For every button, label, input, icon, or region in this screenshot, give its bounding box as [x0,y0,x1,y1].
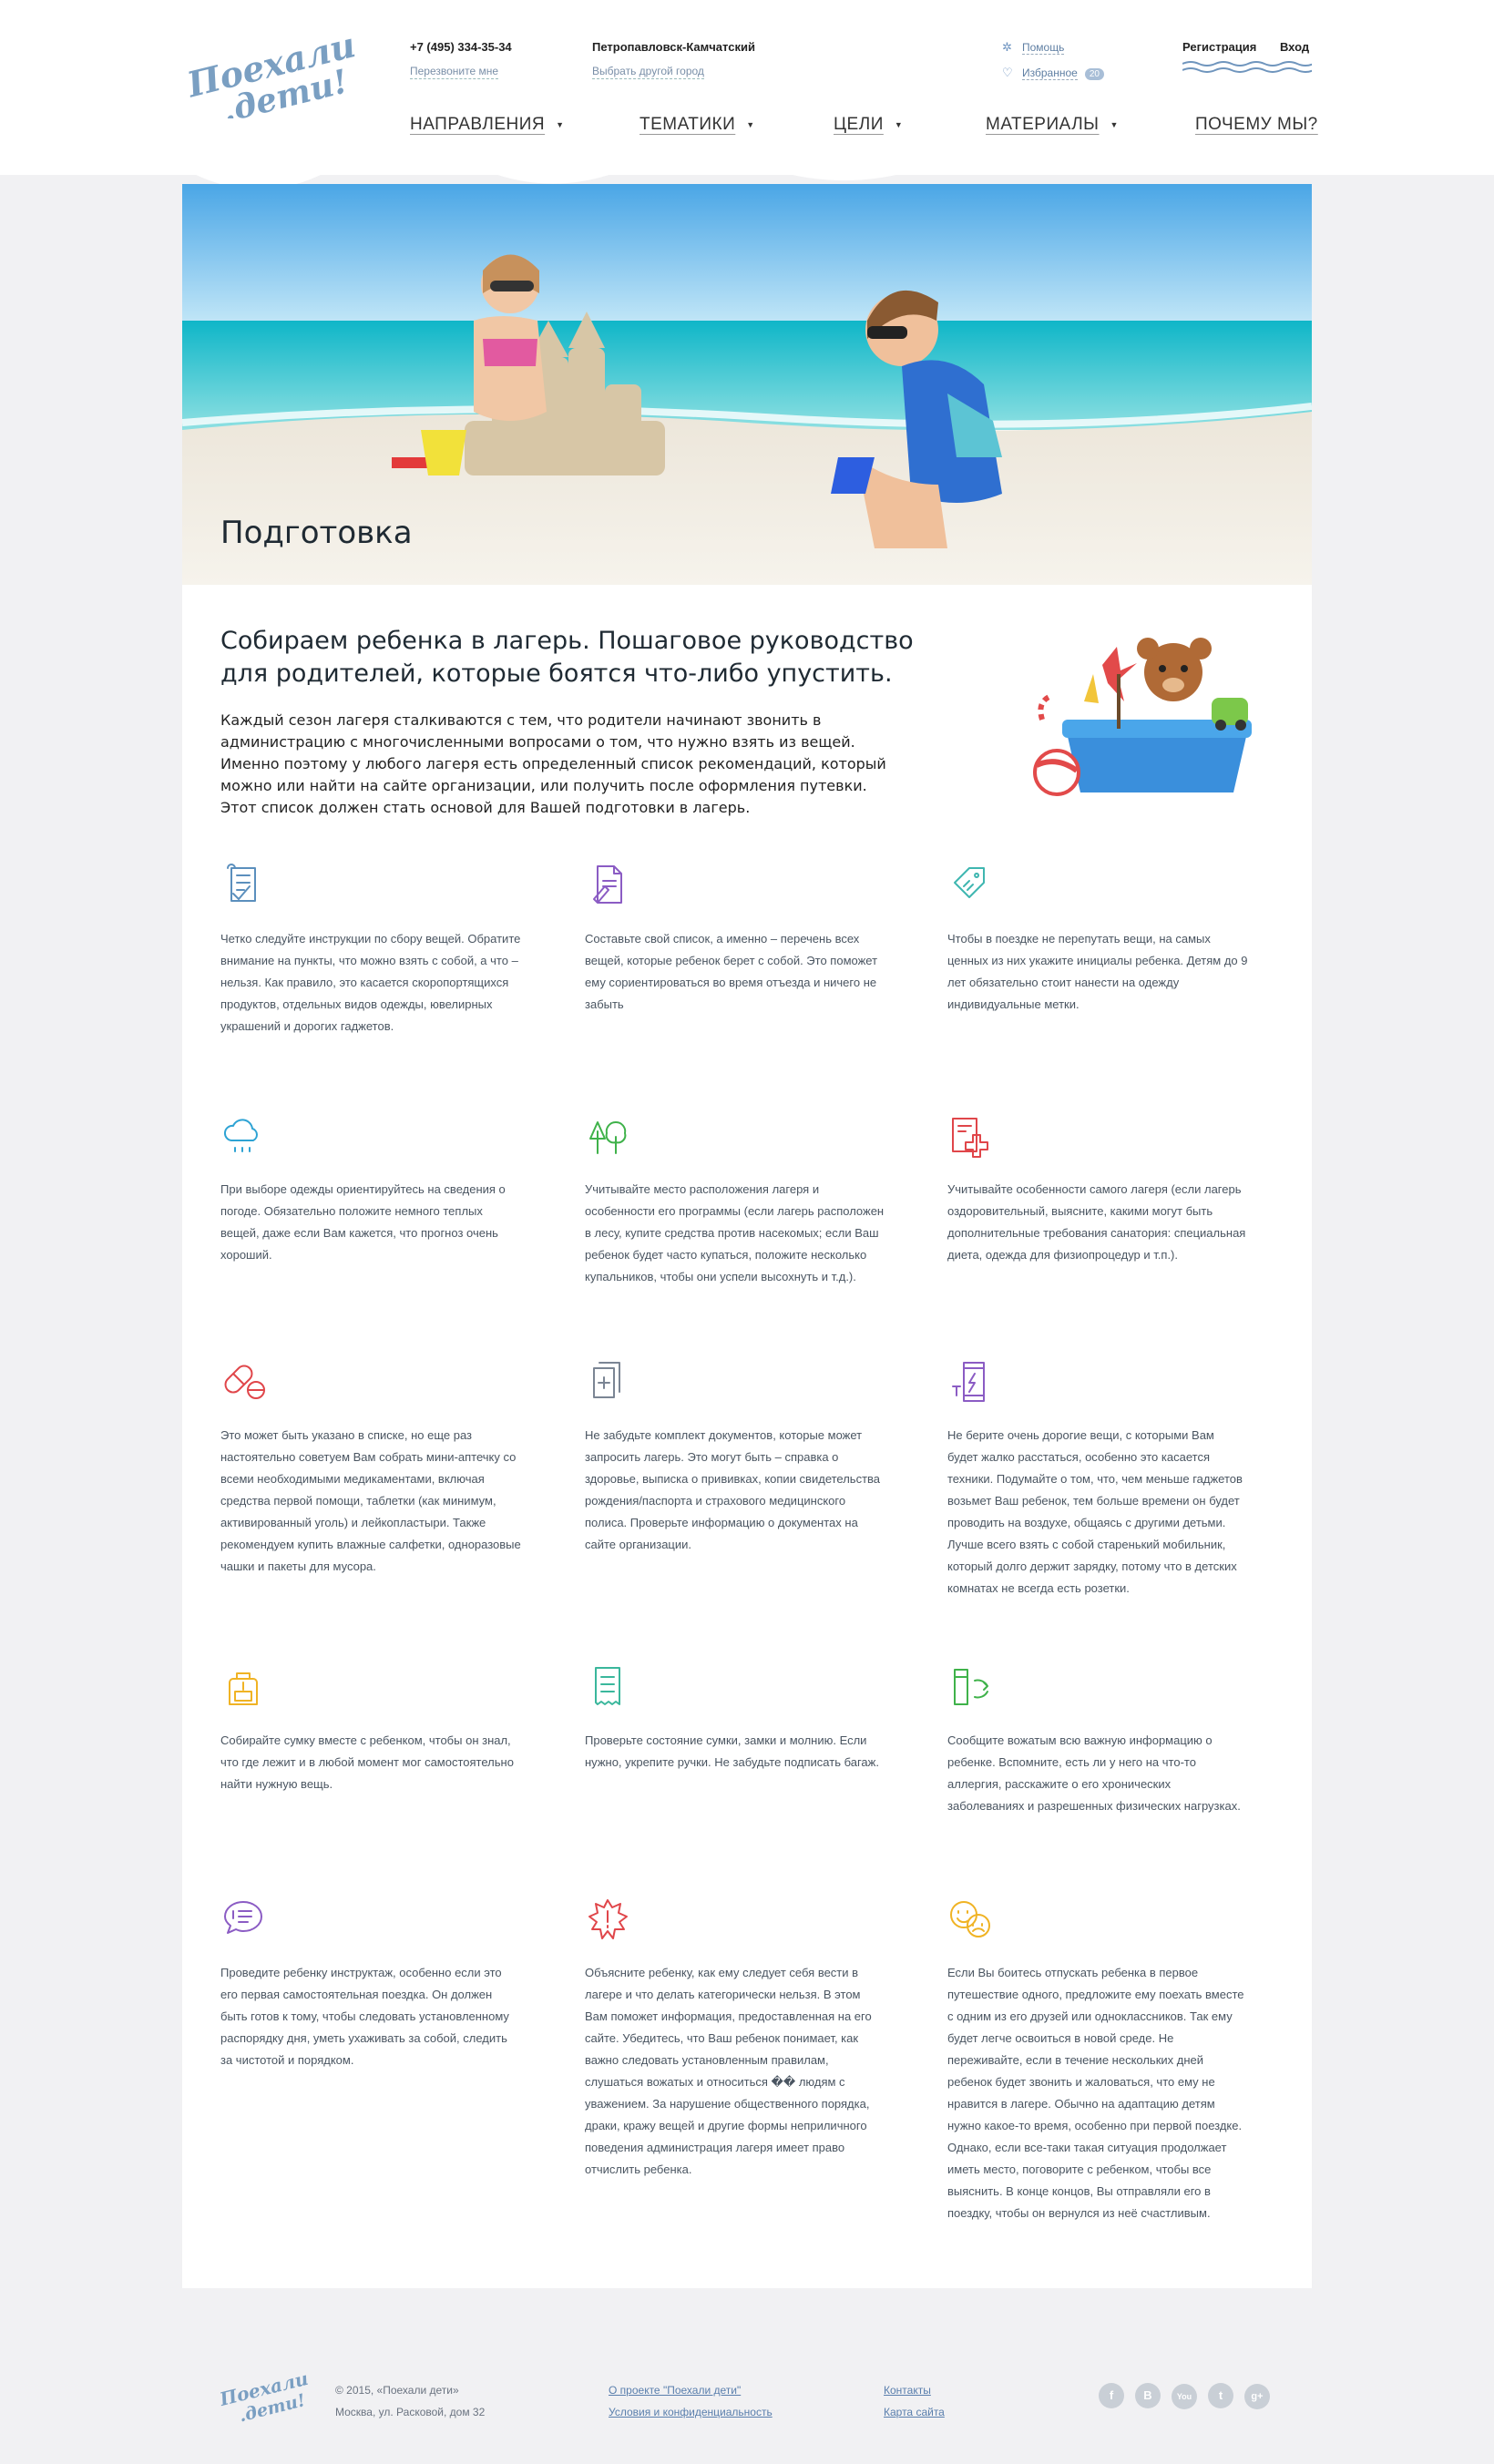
tip-text: Проверьте состояние сумки, замки и молни… [585,1733,879,1769]
tip-item: Сообщите вожатым всю важную информацию о… [947,1664,1248,1817]
name-tag-icon [954,867,985,898]
tip-text: Учитывайте особенности самого лагеря (ес… [947,1182,1246,1262]
tip-item: Объясните ребенку, как ему следует себя … [585,1897,885,2181]
tip-item: Чтобы в поездке не перепутать вещи, на с… [947,863,1248,1016]
choose-city-link[interactable]: Выбрать другой город [592,65,704,79]
tip-text: Четко следуйте инструкции по сбору вещей… [220,932,521,1033]
phone-block: +7 (495) 334-35-34 Перезвоните мне [410,40,512,79]
chevron-down-icon: ▼ [1110,119,1119,129]
current-city: Петропавловск-Камчатский [592,40,755,54]
auth-wave-decoration [1182,61,1312,73]
tip-item: Это может быть указано в списке, но еще … [220,1359,521,1578]
about-link[interactable]: О проекте "Поехали дети" [609,2379,773,2401]
article-intro: Каждый сезон лагеря сталкиваются с тем, … [220,711,886,816]
tip-text: Если Вы боитесь отпускать ребенка в перв… [947,1966,1244,2220]
facebook-icon[interactable]: f [1099,2383,1124,2408]
tip-text: Объясните ребенку, как ему следует себя … [585,1966,872,2176]
tip-text: Не забудьте комплект документов, которые… [585,1428,881,1551]
trees-icon [589,1120,627,1154]
youtube-icon[interactable]: You [1172,2384,1197,2409]
tip-text: Сообщите вожатым всю важную информацию о… [947,1733,1241,1813]
copyright-text: © 2015, «Поехали дети» [335,2384,459,2397]
nav-item-goals[interactable]: ЦЕЛИ ▼ [834,115,903,135]
help-icon: ✲ [1002,40,1012,54]
nav-item-materials[interactable]: МАТЕРИАЛЫ ▼ [986,115,1119,135]
site-footer: Поехали .дети! © 2015, «Поехали дети» Мо… [0,2350,1494,2464]
sitemap-link[interactable]: Карта сайта [884,2401,945,2423]
info-exchange-icon [954,1669,988,1705]
tip-item: Проведите ребенку инструктаж, особенно е… [220,1897,521,2071]
google-plus-icon[interactable]: g+ [1244,2384,1270,2409]
auth-links: Регистрация Вход [1182,40,1329,54]
vk-icon[interactable]: В [1135,2383,1161,2408]
contacts-link[interactable]: Контакты [884,2379,945,2401]
site-header: Поехали .дети! +7 (495) 334-35-34 Перезв… [0,0,1494,189]
tip-text: Составьте свой список, а именно – перече… [585,932,878,1011]
heart-icon: ♡ [1002,66,1013,79]
site-logo[interactable]: Поехали .дети! [182,27,364,118]
tip-item: Собирайте сумку вместе с ребенком, чтобы… [220,1664,521,1795]
hero-title: Подготовка [220,515,413,551]
tip-text: Учитывайте место расположения лагеря и о… [585,1182,885,1283]
phone-number[interactable]: +7 (495) 334-35-34 [410,40,512,54]
tip-text: Чтобы в поездке не перепутать вещи, на с… [947,932,1248,1011]
happy-sad-faces-icon [950,1901,990,1937]
callback-link[interactable]: Перезвоните мне [410,65,499,79]
twitter-icon[interactable]: t [1208,2383,1233,2408]
tip-item: Учитывайте особенности самого лагеря (ес… [947,1113,1248,1266]
medical-form-icon [952,1118,988,1158]
nav-item-topics[interactable]: ТЕМАТИКИ ▼ [640,115,755,135]
chevron-down-icon: ▼ [894,119,904,129]
write-list-icon [593,865,622,904]
city-block: Петропавловск-Камчатский Выбрать другой … [592,40,755,79]
tip-item: Не забудьте комплект документов, которые… [585,1359,885,1556]
nav-item-why-us[interactable]: ПОЧЕМУ МЫ? [1195,115,1318,135]
footer-links-1: О проекте "Поехали дети" Условия и конфи… [609,2379,773,2423]
pills-icon [224,1365,265,1399]
tip-item: Учитывайте место расположения лагеря и о… [585,1113,885,1288]
login-link[interactable]: Вход [1280,40,1309,54]
main-nav: НАПРАВЛЕНИЯ ▼ ТЕМАТИКИ ▼ ЦЕЛИ ▼ МАТЕРИАЛЫ ▼ … [410,115,1317,142]
toy-box-illustration [1033,638,1252,796]
nav-item-directions[interactable]: НАПРАВЛЕНИЯ ▼ [410,115,565,135]
tip-text: Собирайте сумку вместе с ребенком, чтобы… [220,1733,514,1791]
phone-charging-icon [952,1362,985,1402]
help-link[interactable]: ✲ Помощь [1002,40,1065,55]
register-link[interactable]: Регистрация [1182,40,1256,54]
social-links: f В You t g+ [1099,2383,1281,2409]
tip-item: При выборе одежды ориентируйтесь на свед… [220,1113,521,1266]
tip-item: Составьте свой список, а именно – перече… [585,863,885,1016]
chevron-down-icon: ▼ [746,119,755,129]
tip-item: Проверьте состояние сумки, замки и молни… [585,1664,885,1774]
tip-item: Не берите очень дорогие вещи, с которыми… [947,1359,1248,1600]
chevron-down-icon: ▼ [556,119,565,129]
tip-item: Если Вы боитесь отпускать ребенка в перв… [947,1897,1248,2224]
terms-link[interactable]: Условия и конфиденциальность [609,2401,773,2423]
tip-text: Это может быть указано в списке, но еще … [220,1428,521,1573]
hero-banner-image: Подготовка [182,184,1312,585]
backpack-icon [229,1672,258,1705]
footer-links-2: Контакты Карта сайта [884,2379,945,2423]
speech-bubble-icon [224,1901,262,1934]
address-text: Москва, ул. Расковой, дом 32 [335,2406,486,2418]
footer-logo[interactable]: Поехали .дети! [217,2368,308,2423]
tip-text: Не берите очень дорогие вещи, с которыми… [947,1428,1243,1595]
favorites-link[interactable]: ♡ Избранное 20 [1002,66,1104,80]
checklist-scroll-icon [227,864,256,902]
footer-copyright: © 2015, «Поехали дети» Москва, ул. Раско… [335,2379,485,2423]
documents-icon [593,1362,620,1398]
rain-cloud-icon [223,1119,258,1152]
warning-burst-icon [588,1899,628,1939]
receipt-icon [595,1667,620,1705]
favorites-count-badge: 20 [1084,68,1104,80]
tip-text: При выборе одежды ориентируйтесь на свед… [220,1182,506,1262]
content-card: Подготовка Собираем ребенка в лагерь. По… [182,184,1312,2288]
article-title: Собираем ребенка в лагерь. Пошаговое рук… [220,627,914,688]
tip-item: Четко следуйте инструкции по сбору вещей… [220,863,521,1038]
tip-text: Проведите ребенку инструктаж, особенно е… [220,1966,509,2067]
